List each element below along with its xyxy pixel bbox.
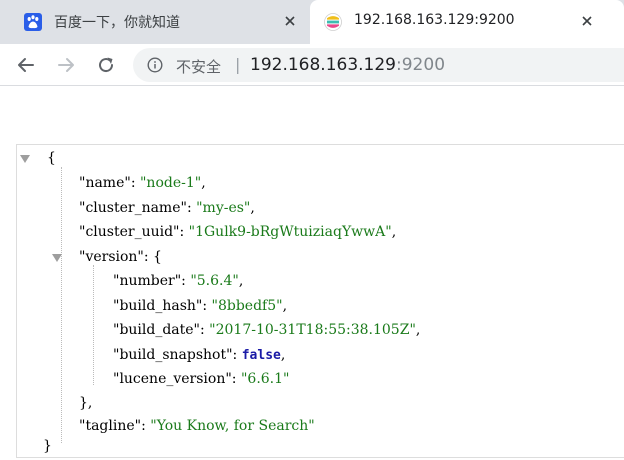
json-key: "cluster_name" bbox=[79, 200, 187, 216]
json-comma: , bbox=[415, 322, 421, 338]
json-key: "tagline" bbox=[79, 418, 142, 434]
url-text[interactable]: 192.168.163.129:9200 bbox=[250, 55, 445, 75]
json-colon: : bbox=[231, 371, 241, 387]
json-tree: { "name": "node-1", "cluster_name": "my-… bbox=[17, 145, 624, 459]
json-field-build-date: "build_date": "2017-10-31T18:55:38.105Z"… bbox=[113, 319, 420, 341]
collapse-triangle-icon[interactable] bbox=[19, 153, 31, 165]
json-key: "version" bbox=[79, 249, 144, 265]
json-field-version: "version": { bbox=[79, 246, 162, 268]
json-key: "build_date" bbox=[113, 322, 200, 338]
json-key: "lucene_version" bbox=[113, 371, 232, 387]
json-field-tagline: "tagline": "You Know, for Search" bbox=[79, 415, 315, 437]
url-host: 192.168.163.129 bbox=[250, 55, 397, 75]
json-comma: , bbox=[201, 175, 206, 191]
json-comma: , bbox=[250, 200, 255, 216]
json-string-value: "8bbedf5" bbox=[211, 298, 283, 314]
browser-toolbar: 不安全 | 192.168.163.129:9200 bbox=[0, 44, 624, 86]
json-colon: : bbox=[200, 322, 210, 338]
indent-guide bbox=[93, 265, 94, 385]
json-field-cluster-uuid: "cluster_uuid": "1Gulk9-bRgWtuiziaqYwwA"… bbox=[79, 221, 396, 243]
json-field-build-hash: "build_hash": "8bbedf5", bbox=[113, 295, 287, 317]
json-string-value: "my-es" bbox=[196, 200, 251, 216]
json-colon: : bbox=[232, 347, 242, 363]
json-string-value: "1Gulk9-bRgWtuiziaqYwwA" bbox=[188, 224, 392, 240]
indent-guide bbox=[61, 167, 62, 443]
tab-strip: 百度一下，你就知道 192.168.163.129:9200 bbox=[0, 0, 624, 44]
json-string-value: "5.6.4" bbox=[190, 273, 239, 289]
json-colon: : bbox=[186, 200, 197, 216]
tab-elasticsearch[interactable]: 192.168.163.129:9200 bbox=[310, 0, 624, 44]
tab-title: 192.168.163.129:9200 bbox=[354, 12, 515, 28]
json-viewer: { "name": "node-1", "cluster_name": "my-… bbox=[16, 144, 624, 458]
json-key: "number" bbox=[113, 273, 182, 289]
json-comma: , bbox=[238, 273, 244, 289]
json-open-brace: : { bbox=[143, 249, 162, 265]
json-boolean-value: false bbox=[241, 348, 281, 363]
security-label[interactable]: 不安全 bbox=[176, 56, 221, 77]
json-colon: : bbox=[141, 418, 151, 434]
json-comma: , bbox=[280, 347, 286, 363]
json-key: "build_hash" bbox=[113, 298, 203, 314]
json-field-number: "number": "5.6.4", bbox=[113, 270, 243, 292]
reload-icon[interactable] bbox=[93, 52, 119, 78]
json-key: "cluster_uuid" bbox=[79, 224, 180, 240]
json-string-value: "6.6.1" bbox=[240, 371, 290, 387]
back-arrow-icon[interactable] bbox=[13, 52, 39, 78]
close-icon[interactable] bbox=[281, 12, 299, 30]
collapse-triangle-icon[interactable] bbox=[51, 252, 63, 264]
forward-arrow-icon[interactable] bbox=[53, 52, 79, 78]
json-key: "build_snapshot" bbox=[113, 347, 233, 363]
json-colon: : bbox=[202, 298, 212, 314]
json-close-brace: }, bbox=[79, 395, 93, 411]
elastic-icon bbox=[324, 13, 342, 31]
url-port: :9200 bbox=[396, 55, 446, 75]
json-string-value: "You Know, for Search" bbox=[150, 418, 315, 434]
json-field-lucene-version: "lucene_version": "6.6.1" bbox=[113, 368, 289, 390]
json-field-build-snapshot: "build_snapshot": false, bbox=[113, 344, 285, 366]
json-close-brace: } bbox=[43, 438, 52, 454]
json-comma: , bbox=[282, 298, 288, 314]
address-bar[interactable]: 不安全 | 192.168.163.129:9200 bbox=[133, 48, 624, 82]
json-field-cluster-name: "cluster_name": "my-es", bbox=[79, 197, 255, 219]
tab-title: 百度一下，你就知道 bbox=[54, 15, 180, 31]
json-colon: : bbox=[130, 175, 140, 191]
json-field-name: "name": "node-1", bbox=[79, 172, 206, 194]
close-icon[interactable] bbox=[578, 12, 596, 30]
tab-baidu[interactable]: 百度一下，你就知道 bbox=[0, 0, 304, 44]
json-colon: : bbox=[179, 224, 189, 240]
json-key: "name" bbox=[79, 175, 131, 191]
json-open-brace: { bbox=[47, 150, 56, 166]
url-separator: | bbox=[235, 55, 241, 74]
baidu-paw-icon bbox=[24, 13, 42, 31]
info-icon[interactable] bbox=[147, 57, 163, 73]
json-string-value: "2017-10-31T18:55:38.105Z" bbox=[209, 322, 416, 338]
json-colon: : bbox=[181, 273, 191, 289]
json-string-value: "node-1" bbox=[139, 175, 202, 191]
json-comma: , bbox=[391, 224, 397, 240]
